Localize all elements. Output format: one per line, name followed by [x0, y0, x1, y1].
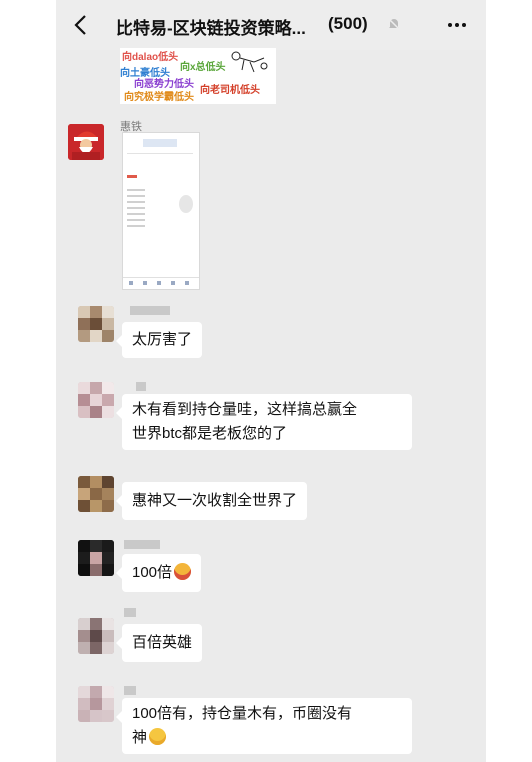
message-text-line: 世界btc都是老板您的了	[132, 425, 288, 442]
avatar-blurred[interactable]	[78, 618, 114, 654]
avatar-santa[interactable]	[68, 124, 104, 160]
avatar-blurred[interactable]	[78, 382, 114, 418]
avatar-blurred[interactable]	[78, 306, 114, 342]
message-bubble[interactable]: 惠神又一次收割全世界了	[115, 482, 308, 520]
avatar-blurred[interactable]	[78, 686, 114, 722]
grin-emoji-icon	[174, 563, 192, 580]
mute-bell-icon	[387, 17, 401, 31]
sticker-text: 向dalao低头	[122, 52, 179, 63]
smile-emoji-icon	[149, 728, 167, 745]
sender-name-blurred	[130, 306, 170, 315]
member-count: (500)	[328, 14, 368, 33]
sticker-text: 向x总低头	[180, 62, 226, 73]
message-text: 惠神又一次收割全世界了	[132, 492, 298, 509]
message-bubble[interactable]: 100倍有，持仓量木有，币圈没有 神	[116, 698, 412, 754]
back-arrow-icon[interactable]	[70, 12, 94, 38]
santa-icon	[68, 124, 104, 160]
message-bubble[interactable]: 百倍英雄	[115, 624, 203, 662]
message-text-line: 100倍有，持仓量木有，币圈没有	[132, 705, 353, 722]
chat-header: 比特易-区块链投资策略... (500)	[56, 0, 486, 50]
message-text-line: 神	[132, 729, 148, 746]
screenshot-image-message[interactable]	[122, 132, 200, 290]
sticker-text: 向究极学霸低头	[124, 92, 194, 103]
message-text: 百倍英雄	[132, 634, 193, 651]
sender-name-blurred	[124, 686, 136, 695]
message-bubble[interactable]: 太厉害了	[115, 322, 203, 358]
sticker-text: 向老司机低头	[200, 85, 260, 96]
more-options-icon[interactable]	[444, 12, 470, 38]
sender-name-blurred	[136, 382, 146, 391]
chat-title: 比特易-区块链投资策略...	[116, 19, 306, 38]
sticker-image[interactable]: 向dalao低头 向x总低头 向土豪低头 向恶势力低头 向老司机低头 向究极学霸…	[120, 48, 276, 104]
sender-name-blurred	[124, 540, 160, 549]
stickman-drawing	[231, 51, 268, 73]
message-bubble[interactable]: 木有看到持仓量哇，这样搞总赢全 世界btc都是老板您的了	[116, 394, 412, 450]
avatar-blurred[interactable]	[78, 540, 114, 576]
sender-name-blurred	[124, 608, 136, 617]
avatar-blurred[interactable]	[78, 476, 114, 512]
chat-window: 比特易-区块链投资策略... (500) 向dalao低头 向x总低头 向土豪低…	[56, 0, 486, 762]
message-bubble[interactable]: 100倍	[115, 554, 202, 592]
message-text: 太厉害了	[132, 331, 193, 348]
message-text: 100倍	[132, 564, 173, 581]
message-text-line: 木有看到持仓量哇，这样搞总赢全	[132, 401, 358, 418]
